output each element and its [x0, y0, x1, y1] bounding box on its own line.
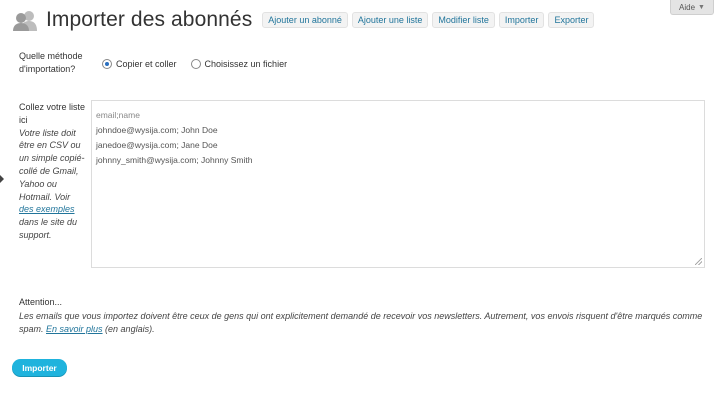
paste-note-text: Votre liste doit être en CSV ou un simpl… — [19, 127, 85, 202]
nav-add-subscriber[interactable]: Ajouter un abonné — [262, 12, 348, 28]
textarea-line: janedoe@wysija.com; Jane Doe — [96, 140, 218, 150]
import-button[interactable]: Importer — [12, 359, 67, 376]
subnav: Ajouter un abonné Ajouter une liste Modi… — [262, 12, 595, 28]
radio-choose-file[interactable]: Choisissez un fichier — [190, 59, 288, 69]
paste-note-tail: dans le site du support. — [19, 217, 78, 240]
radio-copy-paste-label: Copier et coller — [116, 59, 177, 69]
help-tab[interactable]: Aide ▼ — [670, 0, 714, 15]
page-header: Importer des abonnés Ajouter un abonné A… — [12, 8, 595, 32]
nav-add-list[interactable]: Ajouter une liste — [351, 12, 429, 28]
radio-copy-paste[interactable]: Copier et coller — [102, 59, 177, 69]
radio-selected-icon[interactable] — [102, 59, 112, 69]
attention-notice: Attention... Les emails que vous importe… — [19, 296, 709, 336]
nav-edit-list[interactable]: Modifier liste — [432, 12, 495, 28]
nav-import[interactable]: Importer — [498, 12, 545, 28]
textarea-line: johnny_smith@wysija.com; Johnny Smith — [96, 155, 253, 165]
users-logo-icon — [13, 11, 37, 31]
textarea-line: email;name — [96, 110, 140, 120]
attention-tail: (en anglais). — [102, 324, 155, 334]
attention-body: Les emails que vous importez doivent êtr… — [19, 311, 702, 334]
textarea-line: johndoe@wysija.com; John Doe — [96, 125, 218, 135]
chevron-down-icon: ▼ — [698, 3, 705, 11]
import-method-label: Quelle méthode d'importation? — [19, 51, 83, 74]
attention-heading: Attention... — [19, 297, 63, 307]
resize-grip-icon[interactable] — [695, 258, 702, 265]
paste-list-note: Votre liste doit être en CSV ou un simpl… — [19, 128, 85, 240]
help-tab-label: Aide — [679, 2, 696, 12]
radio-unselected-icon[interactable] — [190, 59, 201, 69]
learn-more-link[interactable]: En savoir plus — [46, 324, 103, 334]
paste-list-title: Collez votre liste ici — [19, 102, 86, 125]
nav-export[interactable]: Exporter — [548, 12, 595, 28]
subscribers-textarea[interactable]: email;name johndoe@wysija.com; John Doe … — [91, 100, 705, 268]
paste-list-label: Collez votre liste ici Votre liste doit … — [19, 101, 87, 242]
import-method-options: Copier et coller Choisissez un fichier — [102, 59, 301, 69]
examples-link[interactable]: des exemples — [19, 204, 75, 214]
page-title: Importer des abonnés — [46, 8, 253, 31]
radio-choose-file-label: Choisissez un fichier — [204, 59, 288, 69]
collapse-arrow-icon — [0, 175, 4, 183]
